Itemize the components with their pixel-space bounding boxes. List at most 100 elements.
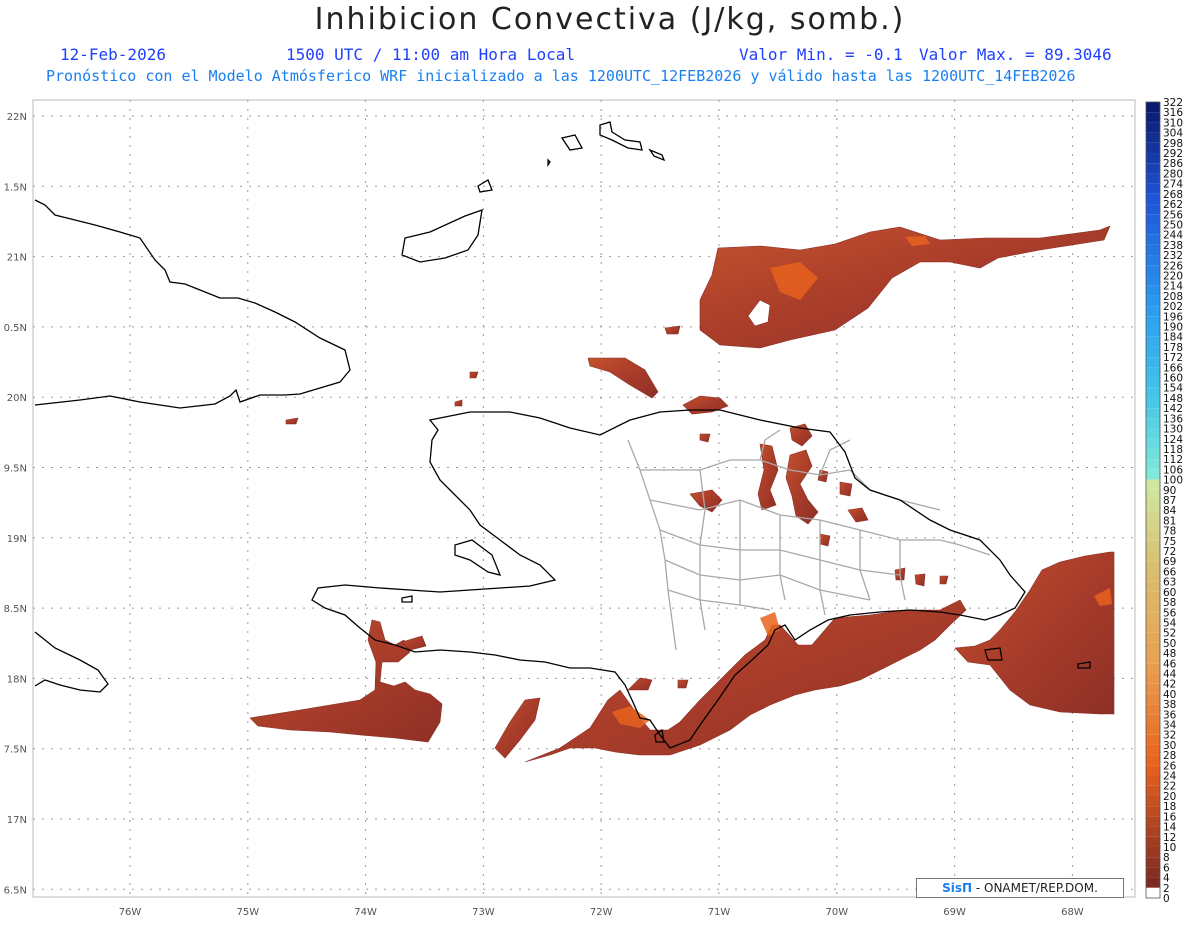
colorbar-swatch [1146,622,1160,633]
lon-label: 76W [119,907,142,918]
colorbar-swatch [1146,755,1160,766]
colorbar-swatch [1146,663,1160,674]
lat-label: 22N [7,112,27,123]
lat-label: 18N [7,674,27,685]
coast-island [401,595,413,603]
colorbar-swatch [1146,142,1160,154]
lon-label: 71W [708,907,731,918]
colorbar-swatch [1146,632,1160,643]
colorbar-swatch [1146,785,1160,796]
colorbar-swatch [1146,316,1160,327]
cin-area [817,469,829,483]
colorbar-swatch [1146,683,1160,694]
colorbar-swatch [1146,551,1160,562]
lon-label: 74W [354,907,377,918]
cin-area [914,573,926,587]
lon-label: 72W [590,907,613,918]
colorbar-swatch [1146,112,1160,123]
colorbar-swatch [1146,408,1160,419]
colorbar-swatch [1146,612,1160,623]
colorbar-swatch [1146,795,1160,807]
coast-island [599,121,643,151]
colorbar-swatch [1146,510,1160,521]
colorbar-swatch [1146,459,1160,470]
colorbar-swatch [1146,500,1160,511]
lat-label: 7.5N [4,745,27,756]
cin-area [524,599,967,763]
colorbar-swatch [1146,857,1160,868]
colorbar-swatch [1146,581,1160,592]
coast-island [648,148,666,162]
colorbar-swatch [1146,244,1160,256]
coast-island [401,209,483,263]
cin-area [847,507,869,523]
cin-shading [249,225,1115,763]
cin-area [954,551,1115,715]
cin-area [627,677,653,691]
colorbar-swatch [1146,326,1160,337]
colorbar-swatch [1146,469,1160,480]
lat-label: 19N [7,534,27,545]
colorbar-swatch [1146,224,1160,235]
colorbar-swatch [1146,530,1160,541]
colorbar-swatch [1146,163,1160,174]
colorbar-swatch [1146,479,1160,490]
colorbar-swatch [1146,877,1160,888]
colorbar-swatch [1146,153,1160,164]
colorbar-swatch [1146,122,1160,133]
cin-area [699,433,711,443]
colorbar-swatch [1146,214,1160,225]
colorbar-swatch [1146,183,1160,194]
colorbar-swatch [1146,714,1160,725]
graticule [33,100,1135,897]
colorbar-swatch [1146,724,1160,735]
colorbar-swatch [1146,193,1160,205]
cin-area [682,395,729,415]
colorbar-swatch [1146,377,1160,388]
colorbar-swatch [1146,438,1160,449]
colorbar-swatch [1146,132,1160,143]
coast-island [454,539,502,576]
colorbar-swatch [1146,285,1160,296]
colorbar-swatch [1146,428,1160,439]
lon-label: 70W [825,907,848,918]
colorbar-swatch [1146,520,1160,531]
forecast-map: 76W 75W 74W 73W 72W 71W 70W 69W 68W 22N 1.5N 21N 0.5… [4,97,1184,918]
sispi-logo: SisΠ [942,881,973,895]
colorbar-swatch [1146,806,1160,817]
colorbar-swatch [1146,204,1160,215]
lat-label: 20N [7,393,27,404]
colorbar-swatch [1146,693,1160,705]
colorbar-swatch [1146,765,1160,776]
lon-label: 69W [943,907,966,918]
lat-label: 6.5N [4,885,27,896]
coastlines [34,121,1091,749]
cin-area [699,225,1111,349]
colorbar-swatch [1146,295,1160,307]
cin-area [785,449,819,525]
colorbar-swatch [1146,173,1160,184]
credit-text: - ONAMET/REP.DOM. [972,881,1098,895]
colorbar-swatch [1146,357,1160,368]
colorbar-swatch [1146,489,1160,500]
coast-jamaica [34,631,109,693]
lat-label: 9.5N [4,464,27,475]
colorbar-swatch [1146,846,1160,858]
lat-label: 21N [7,253,27,264]
cin-area [454,399,463,407]
colorbar-label: 0 [1163,893,1170,905]
colorbar-swatch [1146,571,1160,582]
colorbar-swatch [1146,336,1160,347]
colorbar-swatch [1146,816,1160,827]
cin-area [939,575,949,585]
lon-label: 68W [1061,907,1084,918]
cin-area [839,481,853,497]
colorbar-swatch [1146,653,1160,664]
colorbar-swatch [1146,234,1160,245]
cin-area [249,619,443,743]
colorbar-swatch [1146,306,1160,317]
cin-area [285,417,299,425]
colorbar-swatch [1146,418,1160,429]
colorbar-swatch [1146,265,1160,276]
cin-area [819,533,831,547]
